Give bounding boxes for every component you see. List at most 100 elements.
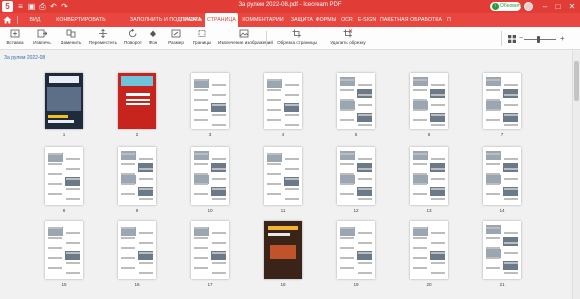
tab-10[interactable]: E-SIGN — [355, 13, 379, 27]
thumbnail-graphic — [194, 89, 208, 91]
home-icon[interactable] — [3, 16, 12, 24]
thumbnail-graphic — [486, 109, 500, 111]
thumbnail-graphic — [48, 193, 62, 195]
ribbon-button-3[interactable]: Заменить — [57, 29, 85, 49]
tab-9[interactable]: OCR — [339, 13, 355, 27]
page-thumbnail[interactable] — [45, 147, 83, 205]
thumbnail-graphic — [413, 99, 427, 101]
ribbon-button-10[interactable]: Обрезка страницы — [274, 29, 320, 49]
thumbnail-graphic — [486, 227, 500, 229]
ribbon-button-9[interactable]: Извлечение изображений — [218, 29, 273, 49]
tab-5[interactable]: СТРАНИЦА — [205, 13, 238, 27]
tab-1[interactable]: ВИД — [20, 13, 50, 27]
grid-view-icon[interactable] — [508, 35, 516, 43]
page-thumbnail[interactable] — [118, 147, 156, 205]
page-number: 1 — [62, 132, 66, 137]
page-thumbnail[interactable] — [191, 221, 229, 279]
page-number: 4 — [281, 132, 285, 137]
page-thumbnail[interactable] — [118, 221, 156, 279]
thumbnail-graphic — [358, 198, 372, 200]
update-button[interactable]: ↑ Обновить — [490, 2, 523, 11]
page-thumbnail[interactable] — [191, 147, 229, 205]
thumbnail-graphic — [212, 178, 226, 180]
vertical-scrollbar[interactable] — [572, 51, 580, 299]
ribbon-button-label: Удалить обрезку — [330, 40, 366, 45]
ribbon-button-5[interactable]: Поворот — [121, 29, 145, 49]
thumbnail-graphic — [358, 124, 372, 126]
page-thumbnail[interactable] — [337, 147, 375, 205]
page-number: 16 — [134, 282, 140, 287]
page-thumbnail[interactable] — [410, 147, 448, 205]
thumbnail-graphic — [486, 99, 500, 101]
thumbnail-graphic — [285, 158, 299, 160]
thumbnail-graphic — [194, 153, 208, 155]
thumbnail-graphic — [66, 198, 80, 200]
zoom-out-icon[interactable]: − — [519, 35, 523, 43]
thumbnail-graphic — [267, 89, 281, 91]
avatar[interactable] — [524, 2, 533, 11]
page-thumbnail[interactable] — [264, 73, 302, 129]
ribbon-button-8[interactable]: Границы — [190, 29, 214, 49]
page-number: 13 — [426, 208, 432, 213]
ribbon-button-11[interactable]: Удалить обрезку — [323, 29, 373, 49]
ribbon-button-6[interactable]: Фон — [144, 29, 162, 49]
ribbon-button-2[interactable]: Извлечь — [30, 29, 54, 49]
thumbnail-graphic — [413, 89, 427, 91]
thumbnail-graphic — [212, 198, 226, 200]
page-thumbnail[interactable] — [45, 73, 83, 129]
page-thumbnail[interactable] — [191, 73, 229, 129]
tab-12[interactable]: П — [444, 13, 454, 27]
thumbnail-graphic — [267, 119, 281, 121]
thumbnail-graphic — [212, 272, 226, 274]
ribbon-button-4[interactable]: Переместить — [86, 29, 120, 49]
scrollbar-thumb[interactable] — [574, 61, 579, 101]
zoom-slider-handle[interactable] — [537, 36, 540, 43]
close-icon[interactable]: ✕ — [566, 1, 578, 12]
page-thumbnail[interactable] — [483, 221, 521, 279]
thumbnail-graphic — [121, 153, 135, 155]
thumbnail-graphic — [194, 193, 208, 195]
thumbnail-graphic — [358, 188, 372, 190]
thumbnail-graphic — [121, 173, 135, 175]
page-thumbnail[interactable] — [483, 147, 521, 205]
page-number: 9 — [135, 208, 139, 213]
maximize-icon[interactable]: □ — [552, 1, 564, 12]
tab-8[interactable]: ФОРМЫ — [314, 13, 338, 27]
page-thumbnail[interactable] — [337, 221, 375, 279]
tab-4[interactable]: ПРАВКА — [178, 13, 204, 27]
page-thumbnail[interactable] — [264, 147, 302, 205]
thumbnail-graphic — [194, 79, 208, 81]
page-thumbnail[interactable] — [45, 221, 83, 279]
thumbnail-graphic — [340, 109, 354, 111]
thumbnail-graphic — [358, 114, 372, 116]
tab-2[interactable]: КОНВЕРТИРОВАТЬ — [53, 13, 109, 27]
page-number: 6 — [427, 132, 431, 137]
page-thumbnail[interactable] — [483, 73, 521, 129]
thumbnail-graphic — [431, 232, 445, 234]
thumbnail-graphic — [48, 257, 62, 259]
thumbnail-graphic — [121, 267, 135, 269]
tab-6[interactable]: КОММЕНТАРИИ — [240, 13, 286, 27]
thumbnail-graphic — [139, 188, 153, 190]
ribbon-button-1[interactable]: Вставка — [2, 29, 28, 49]
zoom-in-icon[interactable]: + — [560, 34, 565, 43]
page-thumbnail[interactable] — [337, 73, 375, 129]
zoom-slider[interactable] — [524, 39, 556, 40]
page-thumbnail[interactable] — [410, 221, 448, 279]
page-number: 20 — [426, 282, 432, 287]
page-thumbnail[interactable] — [118, 73, 156, 129]
tab-7[interactable]: ЗАЩИТА — [287, 13, 317, 27]
tab-11[interactable]: ПАКЕТНАЯ ОБРАБОТКА — [380, 13, 442, 27]
thumbnail-graphic — [139, 198, 153, 200]
page-thumbnail[interactable] — [410, 73, 448, 129]
thumbnail-graphic — [268, 233, 290, 236]
thumbnail-graphic — [66, 272, 80, 274]
ribbon-button-7[interactable]: Размер — [163, 29, 189, 49]
minimize-icon[interactable]: – — [539, 1, 551, 12]
page-number: 11 — [280, 208, 286, 213]
thumbnail-graphic — [358, 262, 372, 264]
thumbnail-graphic — [358, 168, 372, 170]
page-thumbnail[interactable] — [264, 221, 302, 279]
thumbnail-graphic — [139, 178, 153, 180]
thumbnail-graphic — [194, 109, 208, 111]
